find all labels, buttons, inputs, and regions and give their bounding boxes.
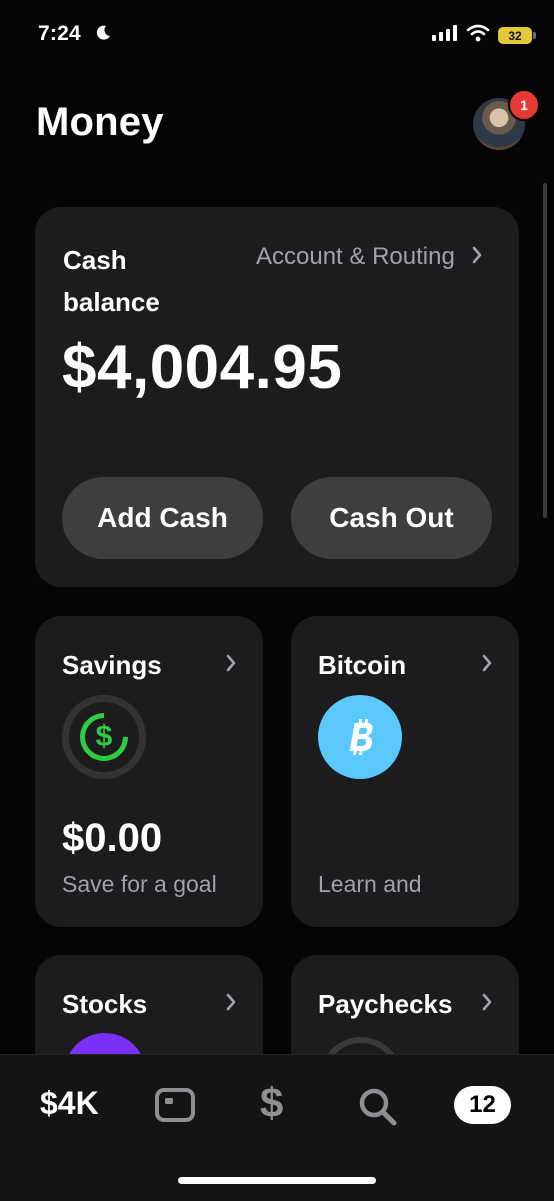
cash-out-button[interactable]: Cash Out — [291, 477, 492, 559]
savings-subtitle: Save for a goal — [62, 871, 217, 897]
savings-dollar-icon: $ — [95, 720, 113, 753]
cash-balance-label: Cash balance — [63, 245, 160, 317]
status-time: 7:24 — [38, 22, 81, 45]
dollar-icon[interactable]: $ — [260, 1079, 283, 1127]
card-icon[interactable] — [154, 1087, 196, 1128]
status-icons: 32 — [432, 24, 536, 47]
wifi-icon — [466, 24, 490, 47]
cash-balance-amount: $4,004.95 — [62, 333, 343, 402]
savings-tile[interactable]: Savings $ $0.00 Save for a goal — [35, 616, 263, 927]
savings-title: Savings — [62, 650, 162, 680]
stocks-title: Stocks — [62, 989, 148, 1019]
status-bar: 7:24 32 — [0, 0, 554, 70]
notification-badge: 1 — [508, 89, 540, 121]
tab-money-balance[interactable]: $4K — [40, 1085, 99, 1122]
scrollbar[interactable] — [543, 183, 547, 518]
savings-progress-ring: $ — [62, 695, 146, 779]
page-title: Money — [36, 100, 164, 144]
chevron-right-icon — [481, 654, 493, 677]
bitcoin-tile[interactable]: Bitcoin Learn and — [291, 616, 519, 927]
bitcoin-icon — [318, 695, 402, 779]
chevron-right-icon — [481, 993, 493, 1016]
account-routing-label: Account & Routing — [256, 243, 455, 270]
account-routing-link[interactable]: Account & Routing — [256, 243, 483, 271]
bitcoin-subtitle: Learn and — [318, 871, 422, 897]
battery-icon: 32 — [498, 27, 536, 44]
cash-balance-card[interactable]: Cash balance Account & Routing $4,004.95… — [35, 207, 519, 587]
paychecks-title: Paychecks — [318, 989, 453, 1019]
savings-amount: $0.00 — [62, 816, 163, 860]
bitcoin-title: Bitcoin — [318, 650, 407, 680]
chevron-right-icon — [225, 654, 237, 677]
chevron-right-icon — [225, 993, 237, 1016]
chevron-right-icon — [471, 243, 483, 271]
search-icon[interactable] — [358, 1087, 398, 1132]
home-indicator — [178, 1177, 376, 1184]
add-cash-button[interactable]: Add Cash — [62, 477, 263, 559]
signal-icon — [432, 25, 458, 46]
activity-tab-badge[interactable]: 12 — [454, 1086, 511, 1124]
moon-icon — [94, 24, 112, 47]
